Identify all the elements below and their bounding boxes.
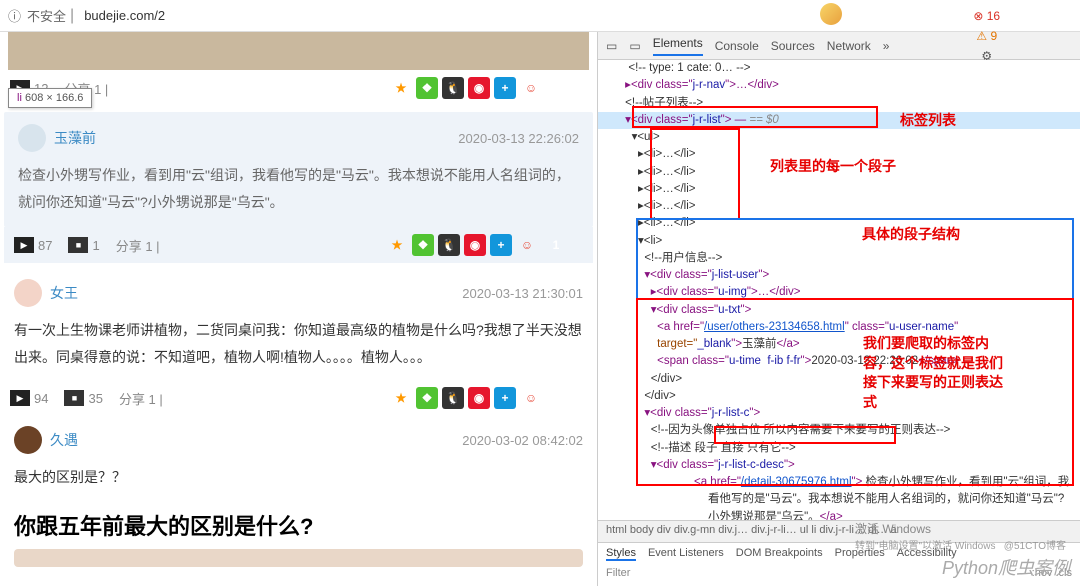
url-text[interactable]: budejie.com/2 <box>84 8 165 23</box>
post-item: 女王 2020-03-13 21:30:01 有一次上生物课老师讲植物，二货同桌… <box>0 269 597 380</box>
smile-icon[interactable]: ☺ <box>520 77 542 99</box>
tab-styles[interactable]: Styles <box>606 547 636 561</box>
plus-icon[interactable]: + <box>490 234 512 256</box>
tab-sources[interactable]: Sources <box>771 39 815 53</box>
post-toolbar: ▶ 94 ■ 35 分享 1 | ★ ❖ 🐧 ◉ + ☺ 3 <box>0 380 597 416</box>
devtools-tabs: ▭ ▭ Elements Console Sources Network » ⊗… <box>598 32 1080 60</box>
smile-count: 1 <box>545 234 567 256</box>
post-time: 2020-03-02 08:42:02 <box>462 433 583 448</box>
post-item: 久遇 2020-03-02 08:42:02 最大的区别是？？ <box>0 416 597 501</box>
username-link[interactable]: 久遇 <box>50 430 78 450</box>
star-icon[interactable]: ★ <box>386 234 408 256</box>
page-content: li 608 × 166.6 ▶ 12 分享 1 | ★ ❖ 🐧 ◉ + ☺ 1… <box>0 32 598 586</box>
avatar[interactable] <box>14 426 42 454</box>
profile-avatar[interactable] <box>820 3 842 25</box>
post-highlighted: 玉藻前 2020-03-13 22:26:02 检查小外甥写作业，看到用"云"组… <box>4 112 593 227</box>
tab-event-listeners[interactable]: Event Listeners <box>648 547 724 561</box>
post-time: 2020-03-13 21:30:01 <box>462 286 583 301</box>
inspect-tooltip: li 608 × 166.6 <box>8 88 92 108</box>
count-1: 87 <box>38 238 52 253</box>
username-link[interactable]: 玉藻前 <box>54 128 96 148</box>
count-1: 94 <box>34 391 48 406</box>
warn-count[interactable]: ⚠ 9 <box>976 29 997 43</box>
inspect-icon[interactable]: ▭ <box>606 39 617 53</box>
thumb-icon[interactable]: ▶ <box>14 237 34 253</box>
info-icon[interactable]: ⓘ <box>8 6 21 25</box>
avatar[interactable] <box>14 279 42 307</box>
weibo-icon[interactable]: ◉ <box>468 77 490 99</box>
username-link[interactable]: 女王 <box>50 283 78 303</box>
tab-dom-breakpoints[interactable]: DOM Breakpoints <box>736 547 823 561</box>
more-tabs-icon[interactable]: » <box>883 39 890 53</box>
hero-image <box>8 32 589 70</box>
smile-icon[interactable]: ☺ <box>520 387 542 409</box>
post-big-title: 你跟五年前最大的区别是什么? <box>0 501 597 543</box>
devtools-dom-tree[interactable]: <!-- type: 1 cate: 0… --> ▸<div class="j… <box>598 60 1080 520</box>
plus-icon[interactable]: + <box>494 77 516 99</box>
share-label[interactable]: 分享 1 | <box>116 236 160 255</box>
tab-console[interactable]: Console <box>715 39 759 53</box>
vid-icon[interactable]: ■ <box>68 237 88 253</box>
post-body: 最大的区别是？？ <box>14 464 583 491</box>
insecure-label: 不安全 <box>27 6 66 25</box>
filter-input[interactable]: Filter <box>606 567 630 579</box>
post-body: 检查小外甥写作业，看到用"云"组词，我看他写的是"马云"。我本想说不能用人名组词… <box>18 162 579 215</box>
count-2: 35 <box>88 391 102 406</box>
plus-icon[interactable]: + <box>494 387 516 409</box>
watermark-activate: 激活 Windows 转到"电脑设置"以激活 Windows @51CTO博客 <box>855 520 1066 552</box>
count-2: 1 <box>92 238 99 253</box>
hov-cls[interactable]: :hov .cls <box>1032 567 1072 579</box>
avatar[interactable] <box>18 124 46 152</box>
devtools-panel: ▭ ▭ Elements Console Sources Network » ⊗… <box>598 32 1080 586</box>
qq-icon[interactable]: 🐧 <box>442 387 464 409</box>
post-body: 有一次上生物课老师讲植物，二货同桌问我：你知道最高级的植物是什么吗?我想了半天没… <box>14 317 583 370</box>
post-toolbar: ▶ 87 ■ 1 分享 1 | ★ ❖ 🐧 ◉ + ☺ 1 <box>4 227 593 263</box>
weibo-icon[interactable]: ◉ <box>464 234 486 256</box>
wechat-icon[interactable]: ❖ <box>416 387 438 409</box>
smile-count: 3 <box>549 387 571 409</box>
smile-icon[interactable]: ☺ <box>516 234 538 256</box>
thumb-icon[interactable]: ▶ <box>10 390 30 406</box>
qq-icon[interactable]: 🐧 <box>442 77 464 99</box>
tab-elements[interactable]: Elements <box>653 36 703 56</box>
wechat-icon[interactable]: ❖ <box>412 234 434 256</box>
star-icon[interactable]: ★ <box>390 387 412 409</box>
star-icon[interactable]: ★ <box>390 77 412 99</box>
smile-count: 10 <box>549 77 571 99</box>
qq-icon[interactable]: 🐧 <box>438 234 460 256</box>
vid-icon[interactable]: ■ <box>64 390 84 406</box>
tab-network[interactable]: Network <box>827 39 871 53</box>
wechat-icon[interactable]: ❖ <box>416 77 438 99</box>
device-icon[interactable]: ▭ <box>629 39 640 53</box>
post-time: 2020-03-13 22:26:02 <box>458 131 579 146</box>
post-image <box>14 549 583 567</box>
share-label[interactable]: 分享 1 | <box>119 389 163 408</box>
weibo-icon[interactable]: ◉ <box>468 387 490 409</box>
error-count[interactable]: ⊗ 16 <box>973 9 1000 23</box>
